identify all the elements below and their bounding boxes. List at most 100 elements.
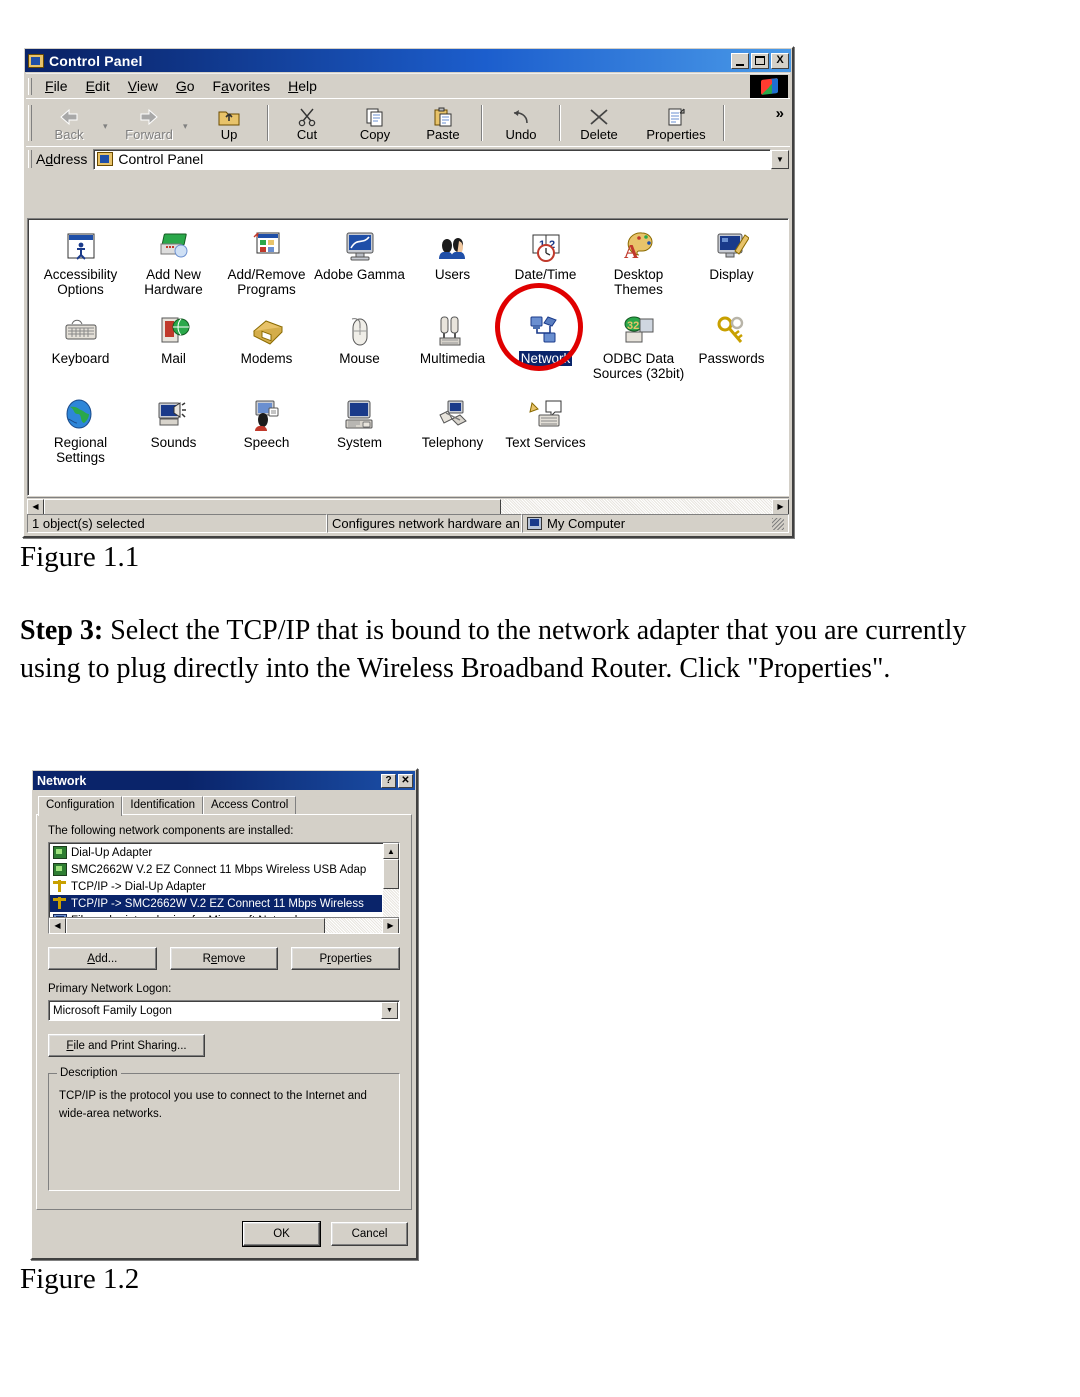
cp-item-desktop-themes[interactable]: A Desktop Themes <box>592 227 685 297</box>
toolbar-grip[interactable] <box>28 104 32 141</box>
up-button[interactable]: Up <box>195 102 263 144</box>
cp-item-label: Add New Hardware <box>144 267 203 297</box>
list-item[interactable]: Dial-Up Adapter <box>50 844 382 861</box>
cp-item-add-new-hardware[interactable]: Add New Hardware <box>127 227 220 297</box>
cp-item-display[interactable]: Display <box>685 227 778 297</box>
cp-item-multimedia[interactable]: Multimedia <box>406 311 499 381</box>
odbc-data-sources-icon: 32 <box>622 315 656 347</box>
tab-access-control[interactable]: Access Control <box>202 796 297 815</box>
toolbar-overflow-icon[interactable]: » <box>776 105 784 122</box>
forward-button[interactable]: Forward <box>115 102 183 144</box>
cp-item-date-time[interactable]: 12 Date/Time <box>499 227 592 297</box>
scroll-right-arrow-icon[interactable]: ▶ <box>772 498 789 515</box>
back-button[interactable]: Back <box>35 102 103 144</box>
list-horizontal-scrollbar[interactable]: ◀ ▶ <box>49 917 399 933</box>
cp-item-mail[interactable]: Mail <box>127 311 220 381</box>
cp-item-label: Text Services <box>505 435 586 450</box>
component-properties-button[interactable]: Pr operties <box>291 947 401 970</box>
menubar-grip[interactable] <box>28 77 32 95</box>
minimize-button[interactable] <box>731 52 749 69</box>
scroll-track[interactable] <box>501 498 772 515</box>
ok-button[interactable]: OK <box>243 1222 320 1246</box>
cp-item-odbc-data-sources[interactable]: 32 ODBC Data Sources (32bit) <box>592 311 685 381</box>
horizontal-scrollbar[interactable]: ◀ ▶ <box>27 497 789 515</box>
back-dropdown-icon[interactable]: ▾ <box>103 121 115 146</box>
cp-item-adobe-gamma[interactable]: Adobe Gamma <box>313 227 406 297</box>
help-button[interactable]: ? <box>381 773 396 788</box>
scroll-left-arrow-icon[interactable]: ◀ <box>27 498 44 515</box>
forward-dropdown-icon[interactable]: ▾ <box>183 121 195 146</box>
components-label-text: The following network components are ins… <box>48 825 294 837</box>
undo-button[interactable]: Undo <box>487 102 555 144</box>
tab-identification[interactable]: Identification <box>122 796 203 815</box>
list-scroll-track[interactable] <box>383 889 399 917</box>
network-components-list[interactable]: Dial-Up Adapter SMC2662W V.2 EZ Connect … <box>48 842 400 934</box>
list-hscroll-track[interactable] <box>325 917 382 933</box>
address-input[interactable]: Control Panel <box>93 148 771 170</box>
list-scroll-thumb[interactable] <box>383 859 399 889</box>
figure-1-2-caption: Figure 1.2 <box>20 1263 140 1295</box>
menu-go[interactable]: Go <box>167 76 204 96</box>
file-print-sharing-row: File and Print Sharing... <box>48 1034 400 1057</box>
network-dialog-titlebar[interactable]: Network ? ✕ <box>33 771 415 790</box>
protocol-icon <box>53 897 67 910</box>
primary-logon-select[interactable]: Microsoft Family Logon ▼ <box>48 1000 400 1021</box>
primary-logon-label: Primary Network Logon: <box>48 983 400 995</box>
maximize-button[interactable] <box>751 52 769 69</box>
list-item[interactable]: SMC2662W V.2 EZ Connect 11 Mbps Wireless… <box>50 861 382 878</box>
menu-edit[interactable]: Edit <box>77 76 119 96</box>
address-dropdown-icon[interactable]: ▼ <box>771 149 789 169</box>
cp-item-speech[interactable]: Speech <box>220 395 313 465</box>
window-controls: X <box>731 52 789 69</box>
cp-item-regional-settings[interactable]: Regional Settings <box>34 395 127 465</box>
list-scroll-left-icon[interactable]: ◀ <box>49 917 66 933</box>
cp-item-sounds[interactable]: Sounds <box>127 395 220 465</box>
cp-item-mouse[interactable]: Mouse <box>313 311 406 381</box>
cut-button[interactable]: Cut <box>273 102 341 144</box>
cp-item-passwords[interactable]: Passwords <box>685 311 778 381</box>
forward-label: Forward <box>125 126 173 142</box>
modems-icon <box>250 315 284 347</box>
network-close-button[interactable]: ✕ <box>398 773 413 788</box>
cp-item-users[interactable]: Users <box>406 227 499 297</box>
list-scroll-right-icon[interactable]: ▶ <box>382 917 399 933</box>
component-action-buttons: Add... Re move Pr operties <box>48 947 401 970</box>
properties-button[interactable]: Properties <box>633 102 719 144</box>
control-panel-titlebar[interactable]: Control Panel X <box>25 49 791 72</box>
list-scroll-up-icon[interactable]: ▲ <box>383 843 399 859</box>
cancel-button[interactable]: Cancel <box>331 1222 408 1246</box>
tab-configuration[interactable]: Configuration <box>38 796 123 816</box>
scroll-thumb[interactable] <box>44 498 502 515</box>
cp-item-label: Telephony <box>421 435 484 450</box>
resize-grip-icon[interactable] <box>772 517 784 530</box>
copy-button[interactable]: Copy <box>341 102 409 144</box>
file-print-sharing-button[interactable]: File and Print Sharing... <box>48 1034 205 1057</box>
menu-file[interactable]: File <box>36 76 77 96</box>
cp-item-keyboard[interactable]: Keyboard <box>34 311 127 381</box>
remove-button[interactable]: Re move <box>169 947 279 970</box>
close-button[interactable]: X <box>771 52 789 69</box>
menu-view[interactable]: View <box>119 76 167 96</box>
cp-item-text-services[interactable]: Text Services <box>499 395 592 465</box>
paste-button[interactable]: Paste <box>409 102 477 144</box>
cp-item-network[interactable]: Network <box>499 311 592 381</box>
svg-text:32: 32 <box>627 320 639 332</box>
telephony-icon <box>436 399 470 431</box>
address-grip[interactable] <box>28 150 32 168</box>
delete-button[interactable]: Delete <box>565 102 633 144</box>
clipboard-icon <box>433 105 453 127</box>
list-item-selected[interactable]: TCP/IP -> SMC2662W V.2 EZ Connect 11 Mbp… <box>50 895 382 912</box>
cp-item-add-remove-programs[interactable]: Add/Remove Programs <box>220 227 313 297</box>
cp-item-system[interactable]: System <box>313 395 406 465</box>
cp-item-accessibility-options[interactable]: Accessibility Options <box>34 227 127 297</box>
list-hscroll-thumb[interactable] <box>66 917 325 933</box>
menu-favorites[interactable]: Favorites <box>204 76 280 96</box>
delete-x-icon <box>588 105 610 127</box>
cp-item-modems[interactable]: Modems <box>220 311 313 381</box>
cp-item-telephony[interactable]: Telephony <box>406 395 499 465</box>
chevron-down-icon[interactable]: ▼ <box>381 1002 398 1019</box>
menu-help[interactable]: Help <box>279 76 326 96</box>
list-item[interactable]: TCP/IP -> Dial-Up Adapter <box>50 878 382 895</box>
add-button[interactable]: Add... <box>48 947 157 970</box>
cp-item-label: Mail <box>161 351 186 366</box>
